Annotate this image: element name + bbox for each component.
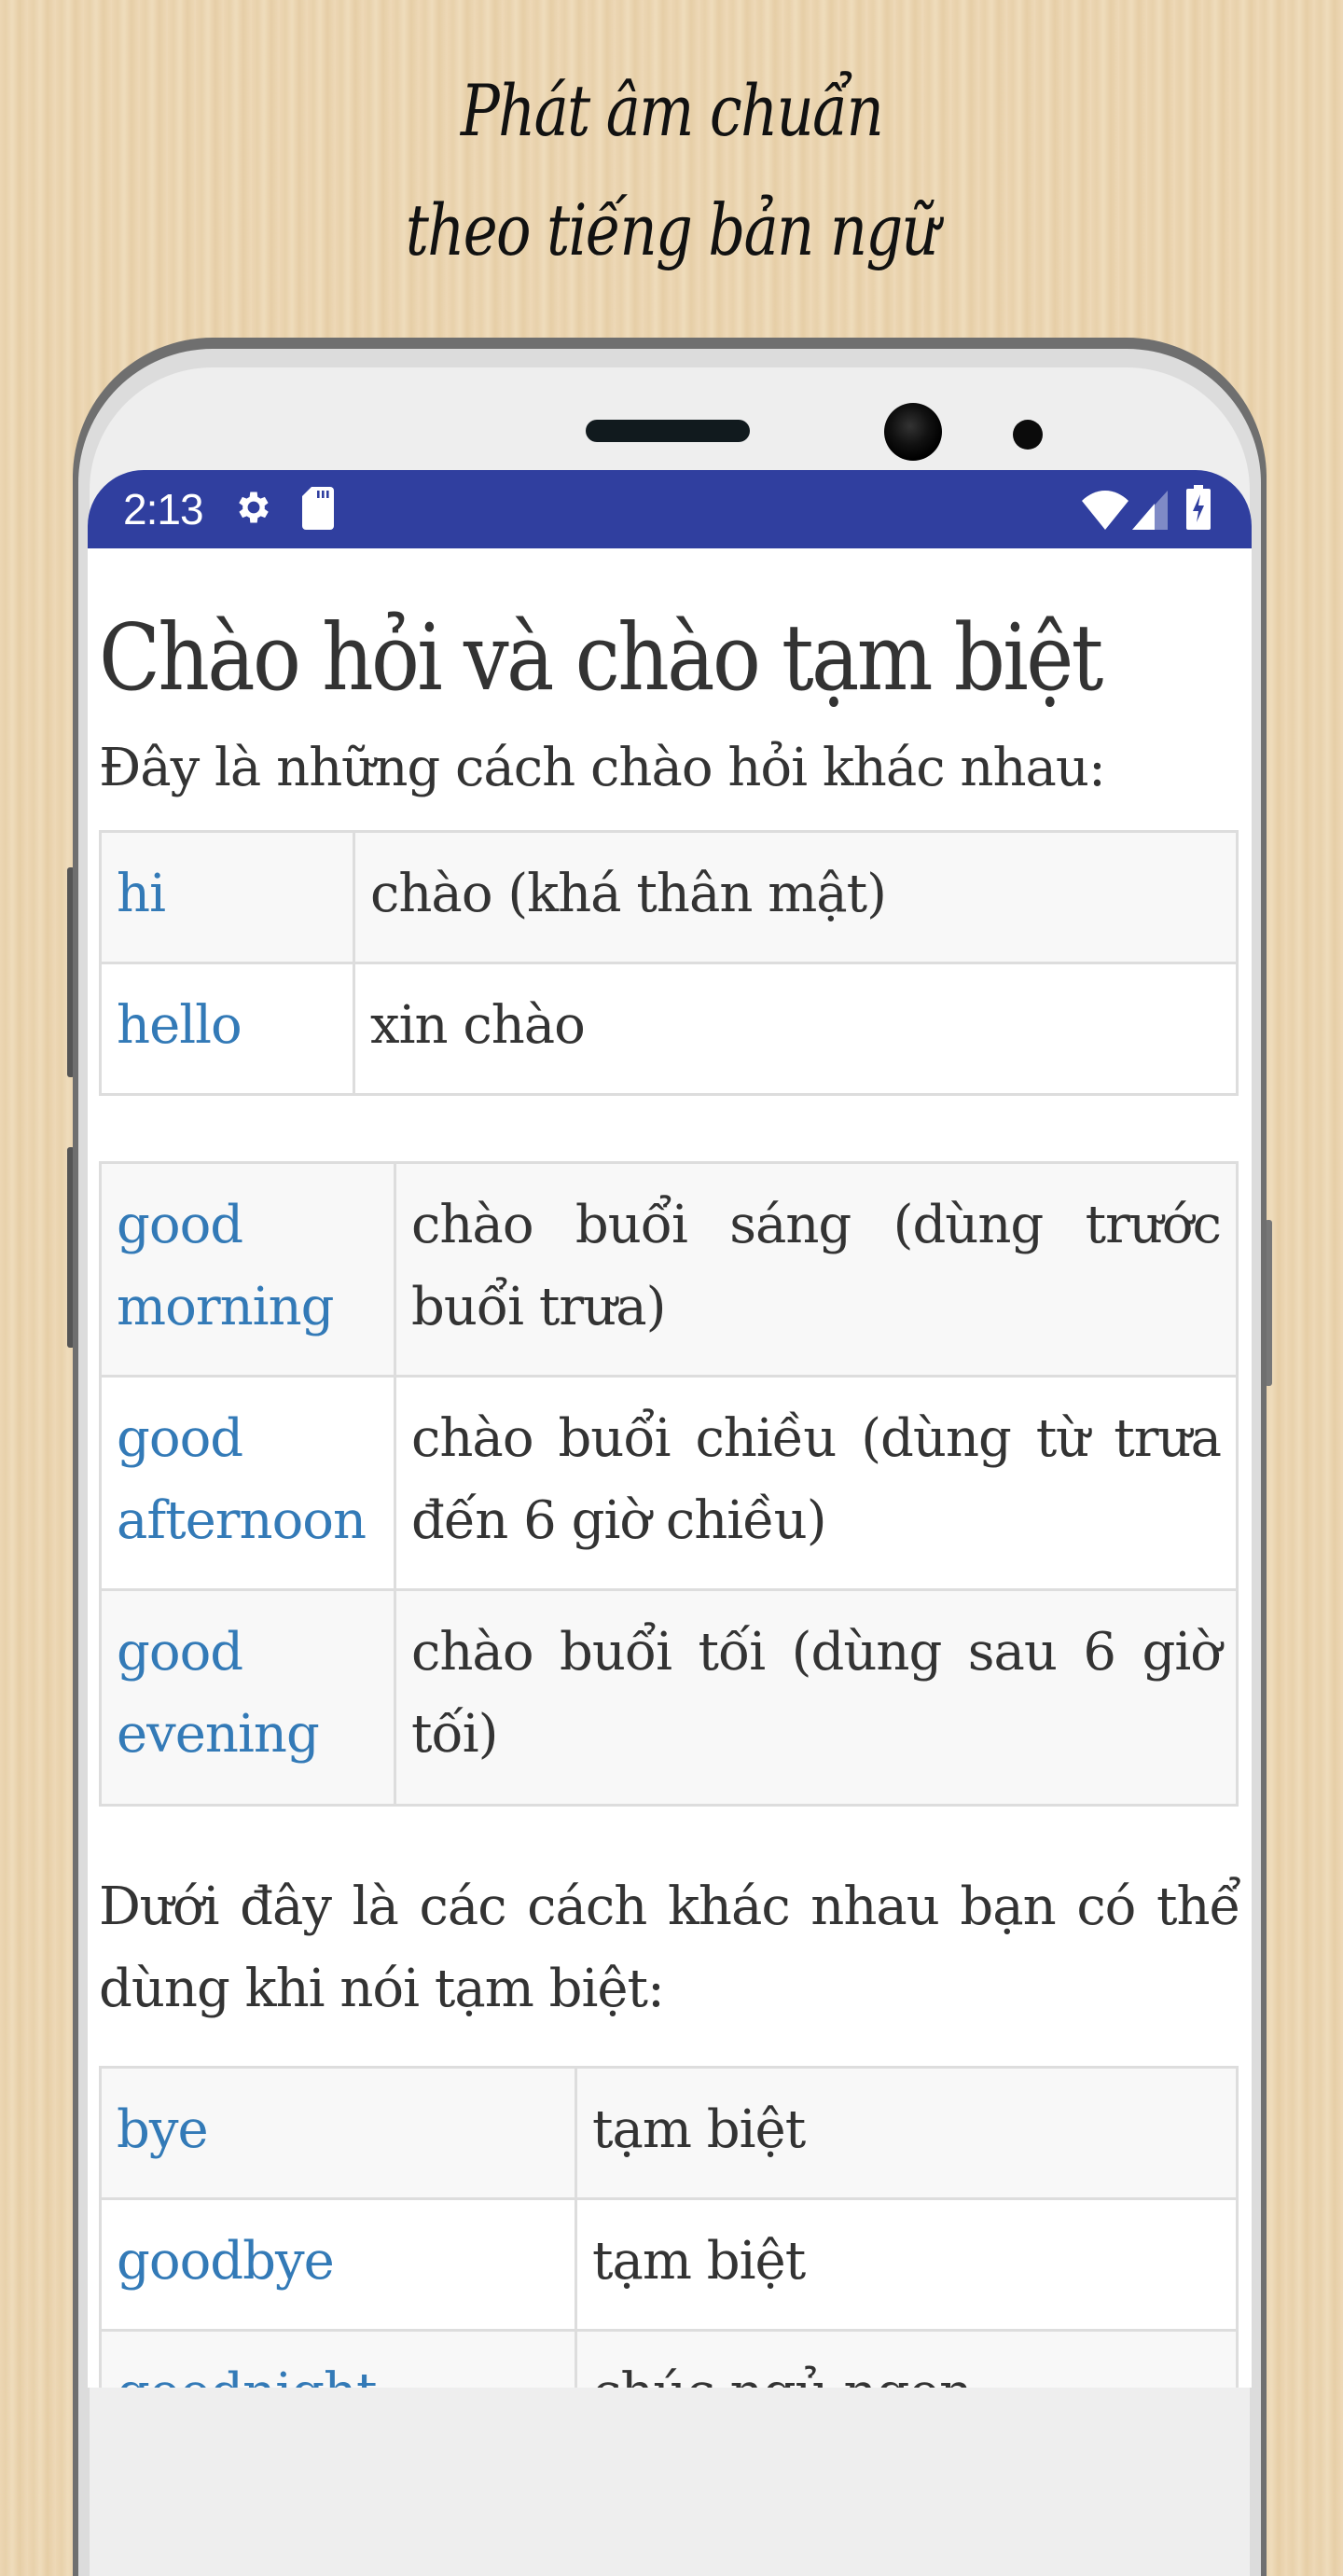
wifi-icon [1082, 489, 1128, 534]
goodbye-table: bye tạm biệt goodbye tạm biệt goodnight … [99, 2066, 1239, 2388]
vietnamese-meaning: tạm biệt [575, 2197, 1239, 2332]
article-content: Chào hỏi và chào tạm biệt Đây là những c… [88, 602, 1252, 2388]
proximity-sensor [1013, 420, 1043, 450]
vietnamese-meaning: chào buổi sáng (dùng trước buổi trưa) [394, 1161, 1239, 1378]
greetings-intro: Đây là những cách chào hỏi khác nhau: [99, 738, 1106, 798]
table-row[interactable]: good afternoon chào buổi chiều (dùng từ … [99, 1375, 1239, 1591]
english-term[interactable]: bye [99, 2066, 577, 2200]
signal-icon [1132, 491, 1168, 534]
greetings-table-basic: hi chào (khá thân mật) hello xin chào [99, 830, 1239, 1096]
vietnamese-meaning: tạm biệt [575, 2066, 1239, 2200]
promo-line-1: Phát âm chuẩn [460, 69, 884, 152]
english-term[interactable]: good afternoon [99, 1375, 396, 1591]
goodbye-intro: Dưới đây là các cách khác nhau bạn có th… [99, 1877, 1241, 2019]
english-term[interactable]: goodnight [99, 2329, 577, 2388]
phone-screen: 2:13 Chào hỏi và chào tạm biệt Đây là nh… [88, 470, 1252, 2388]
settings-icon [233, 487, 274, 533]
table-row[interactable]: good morning chào buổi sáng (dùng trước … [99, 1161, 1239, 1378]
english-term[interactable]: good morning [99, 1161, 396, 1378]
earpiece-speaker [586, 420, 750, 442]
table-row[interactable]: goodbye tạm biệt [99, 2197, 1239, 2332]
page-title: Chào hỏi và chào tạm biệt [99, 605, 1103, 712]
english-term[interactable]: good evening [99, 1588, 396, 1807]
vietnamese-meaning: chào buổi chiều (dùng từ trưa đến 6 giờ … [394, 1375, 1239, 1591]
table-row[interactable]: goodnight chúc ngủ ngon [99, 2329, 1239, 2388]
vietnamese-meaning: chúc ngủ ngon [575, 2329, 1239, 2388]
promo-headline: Phát âm chuẩn theo tiếng bản ngữ [121, 51, 1223, 290]
english-term[interactable]: hi [99, 830, 355, 964]
english-term[interactable]: hello [99, 962, 355, 1096]
battery-charging-icon [1186, 485, 1211, 534]
promo-line-2: theo tiếng bản ngữ [405, 188, 939, 271]
table-row[interactable]: hello xin chào [99, 962, 1239, 1096]
sd-card-icon [302, 487, 334, 534]
status-bar: 2:13 [88, 470, 1252, 548]
vietnamese-meaning: xin chào [353, 962, 1239, 1096]
status-time: 2:13 [123, 485, 204, 533]
english-term[interactable]: goodbye [99, 2197, 577, 2332]
table-row[interactable]: bye tạm biệt [99, 2066, 1239, 2200]
vietnamese-meaning: chào (khá thân mật) [353, 830, 1239, 964]
vietnamese-meaning: chào buổi tối (dùng sau 6 giờ tối) [394, 1588, 1239, 1807]
greetings-table-time-of-day: good morning chào buổi sáng (dùng trước … [99, 1161, 1239, 1807]
table-row[interactable]: hi chào (khá thân mật) [99, 830, 1239, 964]
table-row[interactable]: good evening chào buổi tối (dùng sau 6 g… [99, 1588, 1239, 1807]
front-camera [884, 403, 942, 461]
